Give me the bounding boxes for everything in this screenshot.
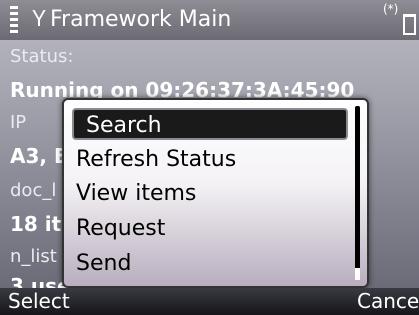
menu-item-send[interactable]: Send [76,248,131,280]
ip-label: IP [10,112,27,133]
menu-item-refresh-status[interactable]: Refresh Status [76,144,236,176]
cancel-softkey[interactable]: Cance [357,288,419,315]
title-bar: Ｙ Framework Main (*) [0,0,419,40]
menu-scrollbar[interactable] [355,106,360,280]
antenna-icon: Ｙ [28,7,51,32]
select-softkey[interactable]: Select [8,288,70,315]
ip-value: A3, E [10,144,68,168]
menu-item-search[interactable]: Search [72,108,348,140]
connection-icon: (*) [383,2,399,16]
status-label: Status: [10,46,74,67]
menu-item-view-items[interactable]: View items [76,178,196,210]
doc-value: 18 it [10,212,62,236]
n-list-label: n_list [10,246,57,267]
options-menu: Search Refresh Status View items Request… [62,98,369,288]
doc-label: doc_l [10,180,57,201]
signal-strength-icon [10,6,18,34]
menu-scrollbar-thumb[interactable] [355,268,360,280]
softkey-bar: Select Cance [0,288,419,315]
menu-item-request[interactable]: Request [76,213,165,245]
app-title: Framework Main [50,7,232,32]
battery-icon [403,14,416,35]
